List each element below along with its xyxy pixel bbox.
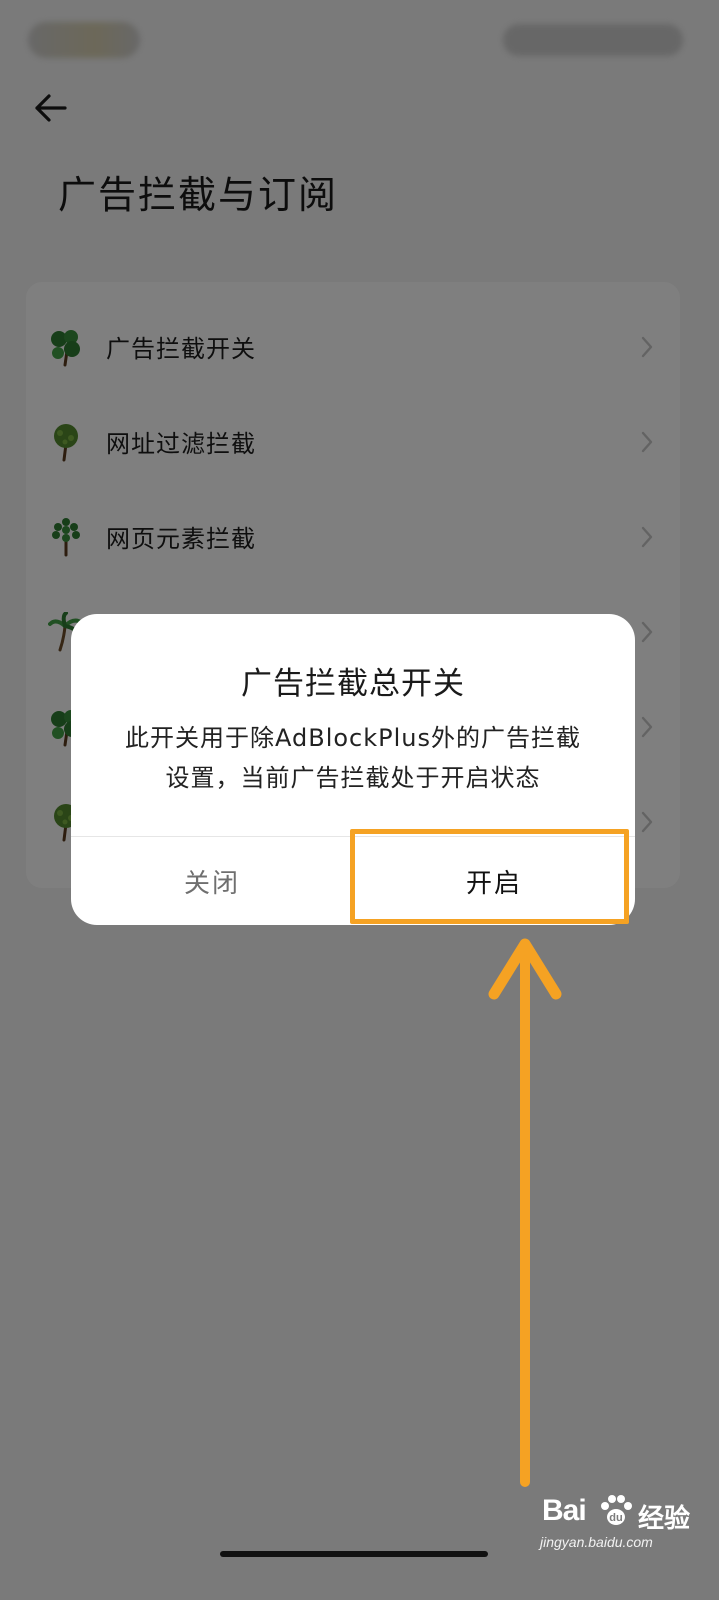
highlight-box-annotation — [350, 829, 629, 924]
dialog-title: 广告拦截总开关 — [241, 666, 465, 702]
paw-icon: du — [601, 1495, 632, 1525]
svg-text:du: du — [609, 1512, 622, 1524]
baidu-jingyan-watermark: Bai du 经验 jingyan.baidu.com — [540, 1490, 700, 1570]
watermark-url: jingyan.baidu.com — [540, 1534, 653, 1550]
dialog-message: 此开关用于除AdBlockPlus外的广告拦截设置，当前广告拦截处于开启状态 — [125, 724, 581, 792]
watermark-brand: Bai — [542, 1494, 587, 1527]
home-indicator[interactable] — [220, 1551, 488, 1557]
close-button[interactable]: 关闭 — [71, 837, 353, 925]
watermark-brand-suffix: 经验 — [638, 1504, 691, 1534]
up-arrow-annotation-icon — [488, 938, 562, 1487]
